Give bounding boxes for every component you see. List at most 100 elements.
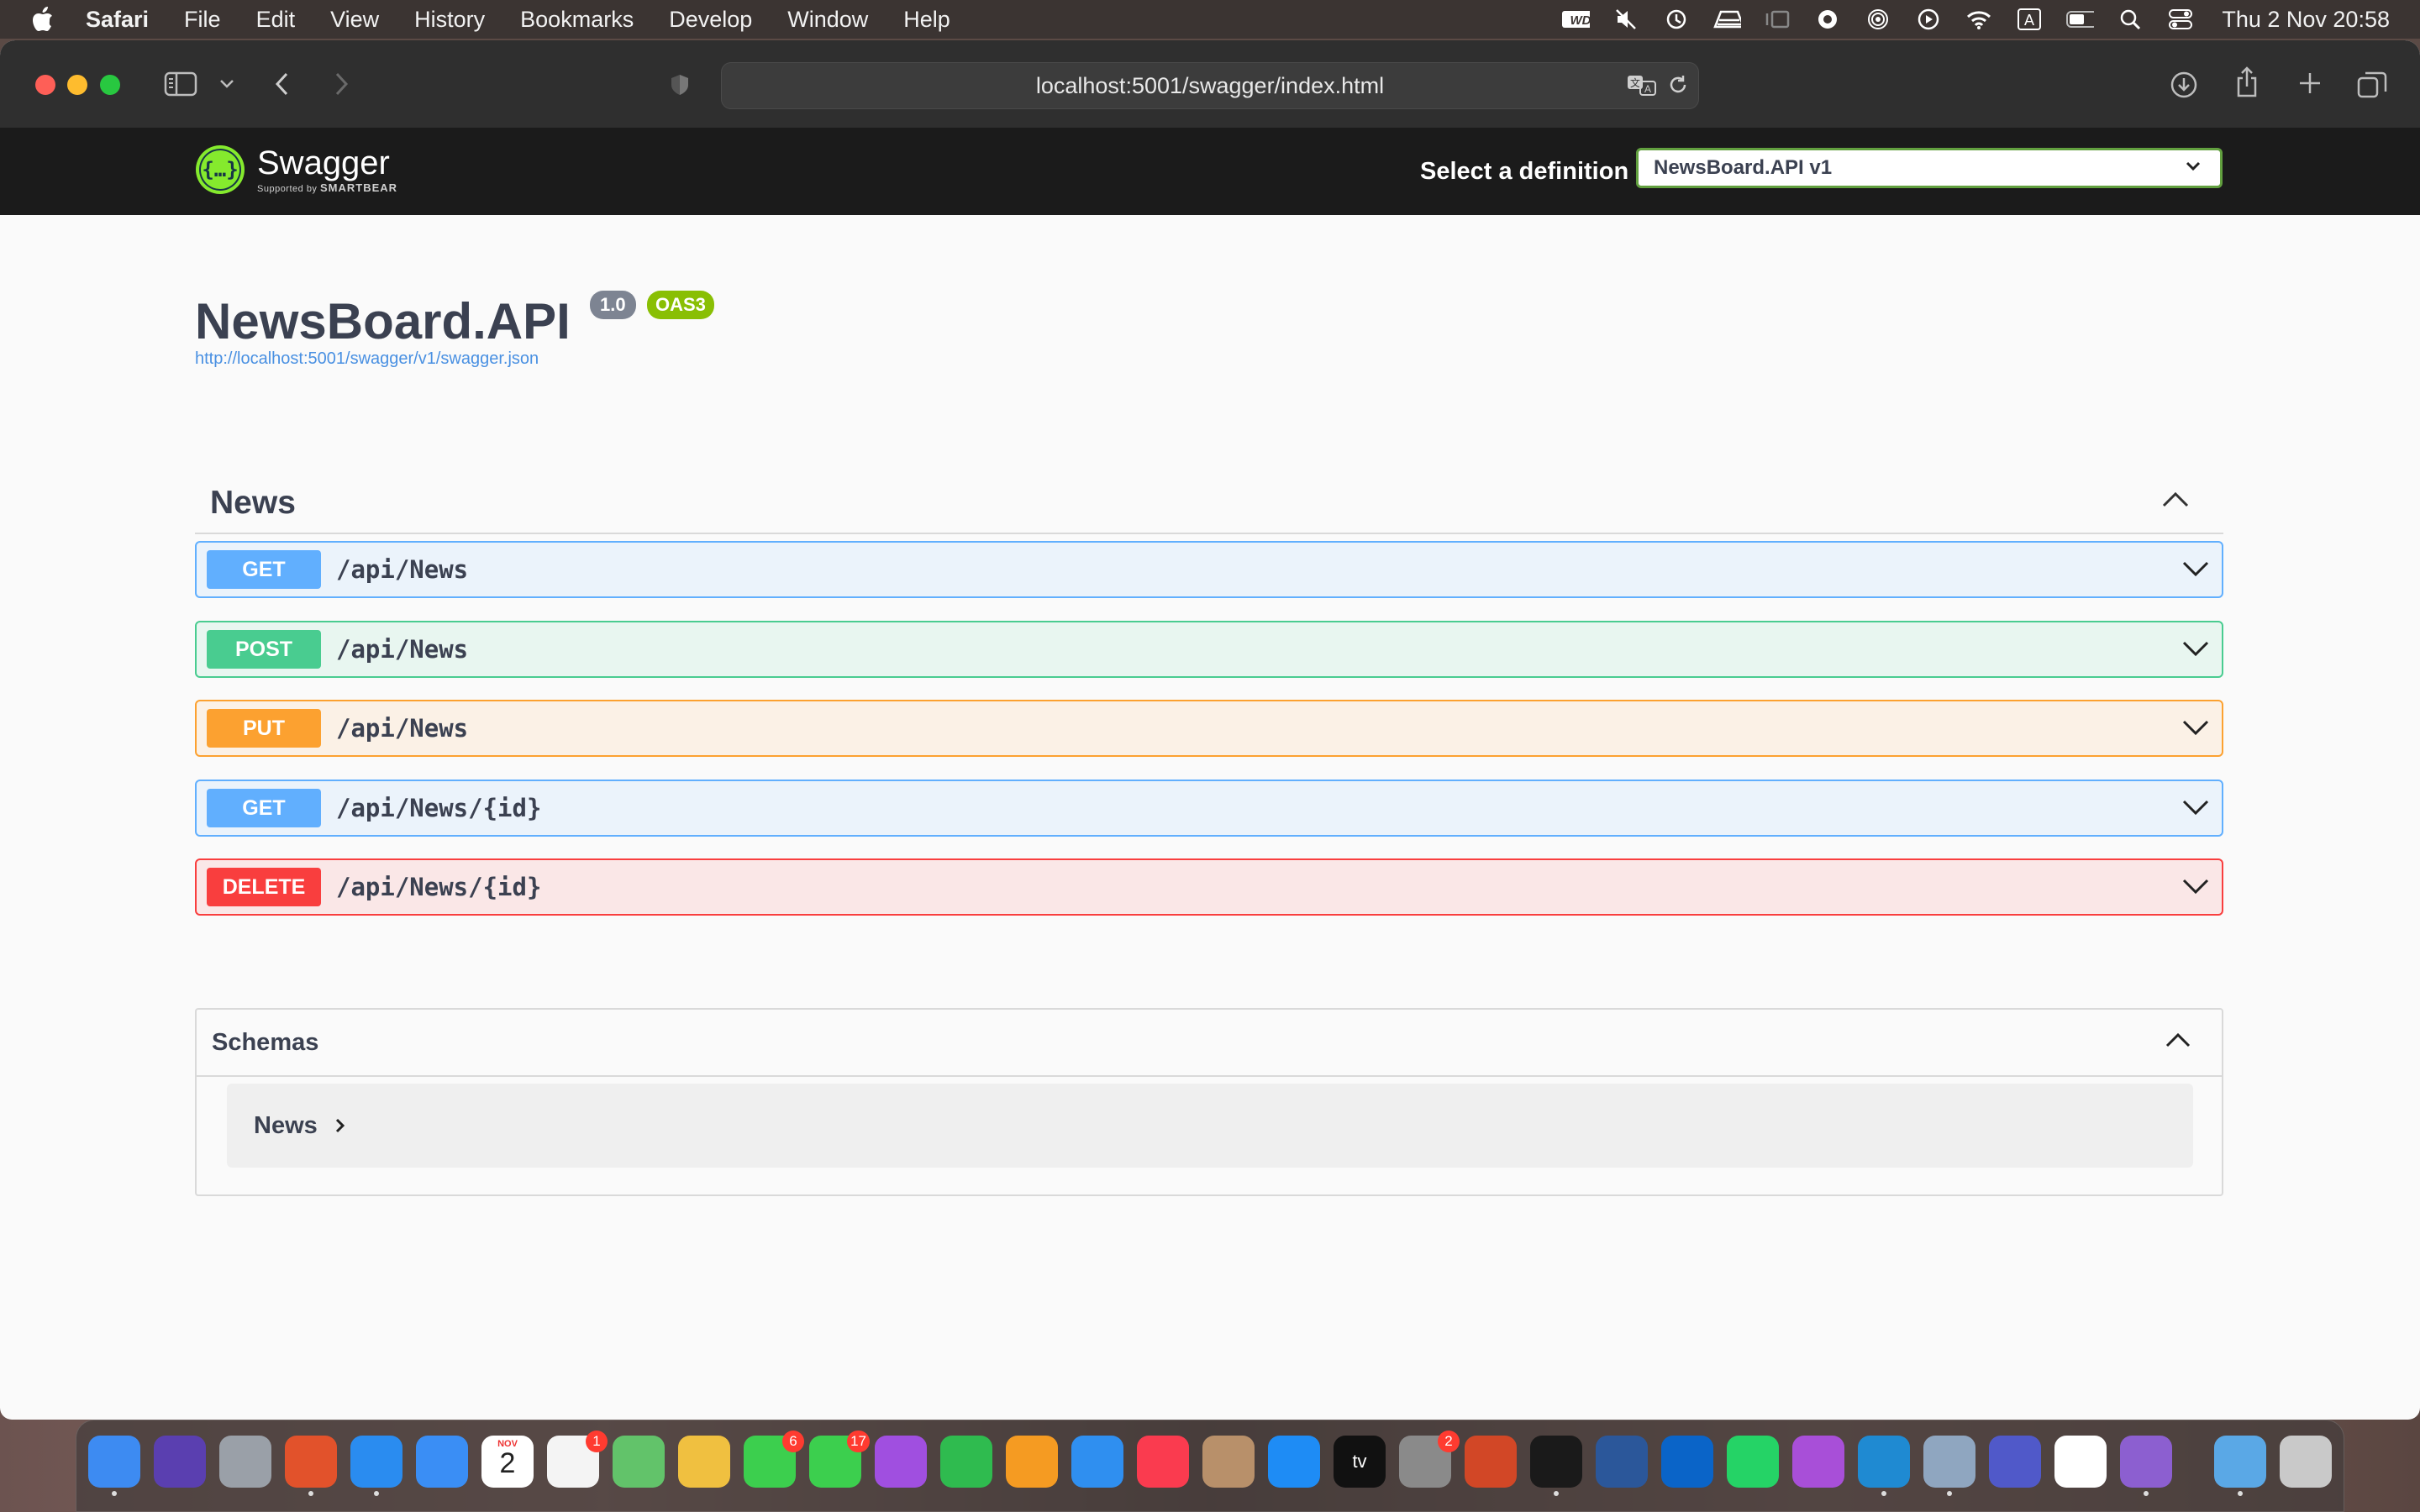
menu-window[interactable]: Window — [787, 7, 868, 33]
dock-word-icon[interactable] — [1596, 1436, 1648, 1488]
running-indicator — [112, 1491, 117, 1496]
menu-edit[interactable]: Edit — [256, 7, 296, 33]
dock-visual-studio-icon[interactable] — [2120, 1436, 2172, 1488]
apple-logo-icon[interactable] — [32, 7, 54, 32]
menu-develop[interactable]: Develop — [669, 7, 752, 33]
dock-teams-icon[interactable] — [1989, 1436, 2041, 1488]
focus-icon[interactable] — [1813, 8, 1842, 31]
dock-numbers-icon[interactable] — [940, 1436, 992, 1488]
wd-icon[interactable]: WD — [1561, 8, 1591, 31]
dock-trash-icon[interactable] — [2280, 1436, 2332, 1488]
dock-preview-icon[interactable] — [1923, 1436, 1975, 1488]
operation-delete-news-by-id[interactable]: DELETE /api/News/{id} — [195, 858, 2223, 916]
tab-overview-icon[interactable] — [2356, 69, 2388, 99]
dock-mongodb-compass-icon[interactable] — [2054, 1436, 2107, 1488]
dock-app-store-icon[interactable] — [1268, 1436, 1320, 1488]
zoom-window-button[interactable] — [100, 75, 120, 95]
dock-photos-icon[interactable] — [678, 1436, 730, 1488]
spotlight-icon[interactable] — [2116, 8, 2144, 31]
operation-path: /api/News — [336, 714, 469, 743]
chevron-down-icon[interactable] — [217, 74, 237, 94]
operation-path: /api/News/{id} — [336, 873, 542, 901]
play-icon[interactable] — [1914, 8, 1943, 31]
menu-bookmarks[interactable]: Bookmarks — [520, 7, 634, 33]
dock-firefox-icon[interactable] — [285, 1436, 337, 1488]
chevron-right-icon[interactable] — [334, 1117, 346, 1134]
menu-help[interactable]: Help — [903, 7, 950, 33]
dock-vscode-icon[interactable] — [1858, 1436, 1910, 1488]
menu-file[interactable]: File — [184, 7, 221, 33]
privacy-report-icon[interactable] — [667, 72, 692, 97]
dock-maps-icon[interactable] — [613, 1436, 665, 1488]
dock-podcasts-icon[interactable] — [875, 1436, 927, 1488]
definition-select[interactable]: NewsBoard.API v1 — [1636, 148, 2223, 188]
share-icon[interactable] — [2232, 66, 2262, 99]
chevron-down-icon[interactable] — [2181, 559, 2210, 578]
menu-view[interactable]: View — [330, 7, 379, 33]
chevron-up-icon[interactable] — [2161, 491, 2190, 507]
operation-post-news[interactable]: POST /api/News — [195, 621, 2223, 678]
dock-messages-icon[interactable]: 17 — [809, 1431, 870, 1488]
dock-outlook-icon[interactable] — [1661, 1436, 1713, 1488]
input-source-icon[interactable]: A — [2015, 8, 2044, 31]
operation-get-news[interactable]: GET /api/News — [195, 541, 2223, 598]
new-tab-icon[interactable] — [2296, 69, 2324, 97]
dock-mail-icon[interactable] — [416, 1436, 468, 1488]
tag-section-header[interactable]: News — [195, 474, 2223, 534]
reload-icon[interactable] — [1665, 72, 1691, 97]
chevron-down-icon[interactable] — [2181, 798, 2210, 816]
sidebar-toggle-icon[interactable] — [163, 71, 198, 97]
dock-pages-icon[interactable] — [1006, 1436, 1058, 1488]
operation-get-news-by-id[interactable]: GET /api/News/{id} — [195, 780, 2223, 837]
back-icon[interactable] — [269, 71, 294, 97]
battery-icon[interactable] — [2065, 8, 2095, 31]
running-indicator — [374, 1491, 379, 1496]
dock-powerpoint-icon[interactable] — [1465, 1436, 1517, 1488]
wifi-icon[interactable] — [1965, 8, 1993, 31]
dock-music-icon[interactable] — [1137, 1436, 1189, 1488]
dock-reminders-icon[interactable]: 1 — [547, 1431, 608, 1488]
menubar-clock[interactable]: Thu 2 Nov 20:58 — [2222, 7, 2390, 33]
svg-text:文: 文 — [1630, 76, 1640, 89]
menu-app-safari[interactable]: Safari — [86, 7, 149, 33]
control-center-icon[interactable] — [2166, 8, 2195, 31]
stage-manager-icon[interactable] — [1763, 8, 1791, 31]
swagger-logo[interactable]: {…} Swagger Supported by SMARTBEAR — [195, 144, 397, 195]
dock-feedback-icon[interactable] — [1792, 1436, 1844, 1488]
dock-terminal-icon[interactable] — [1530, 1436, 1582, 1488]
time-machine-icon[interactable] — [1662, 8, 1691, 31]
dock-safari-icon[interactable] — [350, 1436, 402, 1488]
address-bar[interactable]: localhost:5001/swagger/index.html — [721, 62, 1699, 109]
close-window-button[interactable] — [35, 75, 55, 95]
dock-apple-tv-icon[interactable]: tv — [1334, 1436, 1386, 1488]
chevron-down-icon[interactable] — [2181, 877, 2210, 895]
dock-facetime-icon[interactable]: 6 — [744, 1431, 804, 1488]
chevron-down-icon[interactable] — [2181, 718, 2210, 737]
menu-history[interactable]: History — [414, 7, 485, 33]
method-badge: PUT — [207, 709, 321, 748]
dock-keynote-icon[interactable] — [1071, 1436, 1123, 1488]
mute-icon[interactable] — [1612, 8, 1640, 31]
menu-icon[interactable] — [1712, 8, 1742, 31]
dock-siri-icon[interactable] — [154, 1436, 206, 1488]
airdrop-icon[interactable] — [1864, 8, 1892, 31]
chevron-down-icon[interactable] — [2181, 639, 2210, 658]
dock-calendar-icon[interactable]: NOV 2 — [481, 1436, 534, 1488]
dock-launchpad-icon[interactable] — [219, 1436, 271, 1488]
translate-icon[interactable]: 文A — [1625, 72, 1659, 97]
forward-icon[interactable] — [329, 71, 355, 97]
notification-badge: 1 — [586, 1431, 608, 1452]
dock-whatsapp-icon[interactable] — [1727, 1436, 1779, 1488]
spec-link[interactable]: http://localhost:5001/swagger/v1/swagger… — [195, 349, 539, 369]
chevron-up-icon[interactable] — [2165, 1032, 2191, 1048]
dock-finder-icon[interactable] — [88, 1436, 140, 1488]
operation-put-news[interactable]: PUT /api/News — [195, 700, 2223, 757]
schema-model-news[interactable]: News — [227, 1084, 2193, 1168]
downloads-icon[interactable] — [2168, 69, 2200, 101]
minimize-window-button[interactable] — [67, 75, 87, 95]
url-text[interactable]: localhost:5001/swagger/index.html — [1036, 73, 1384, 99]
schemas-header[interactable]: Schemas — [197, 1010, 2222, 1077]
dock-contacts-icon[interactable] — [1202, 1436, 1255, 1488]
dock-system-settings-icon[interactable]: 2 — [1399, 1431, 1460, 1488]
dock-downloads-folder-icon[interactable] — [2214, 1436, 2266, 1488]
